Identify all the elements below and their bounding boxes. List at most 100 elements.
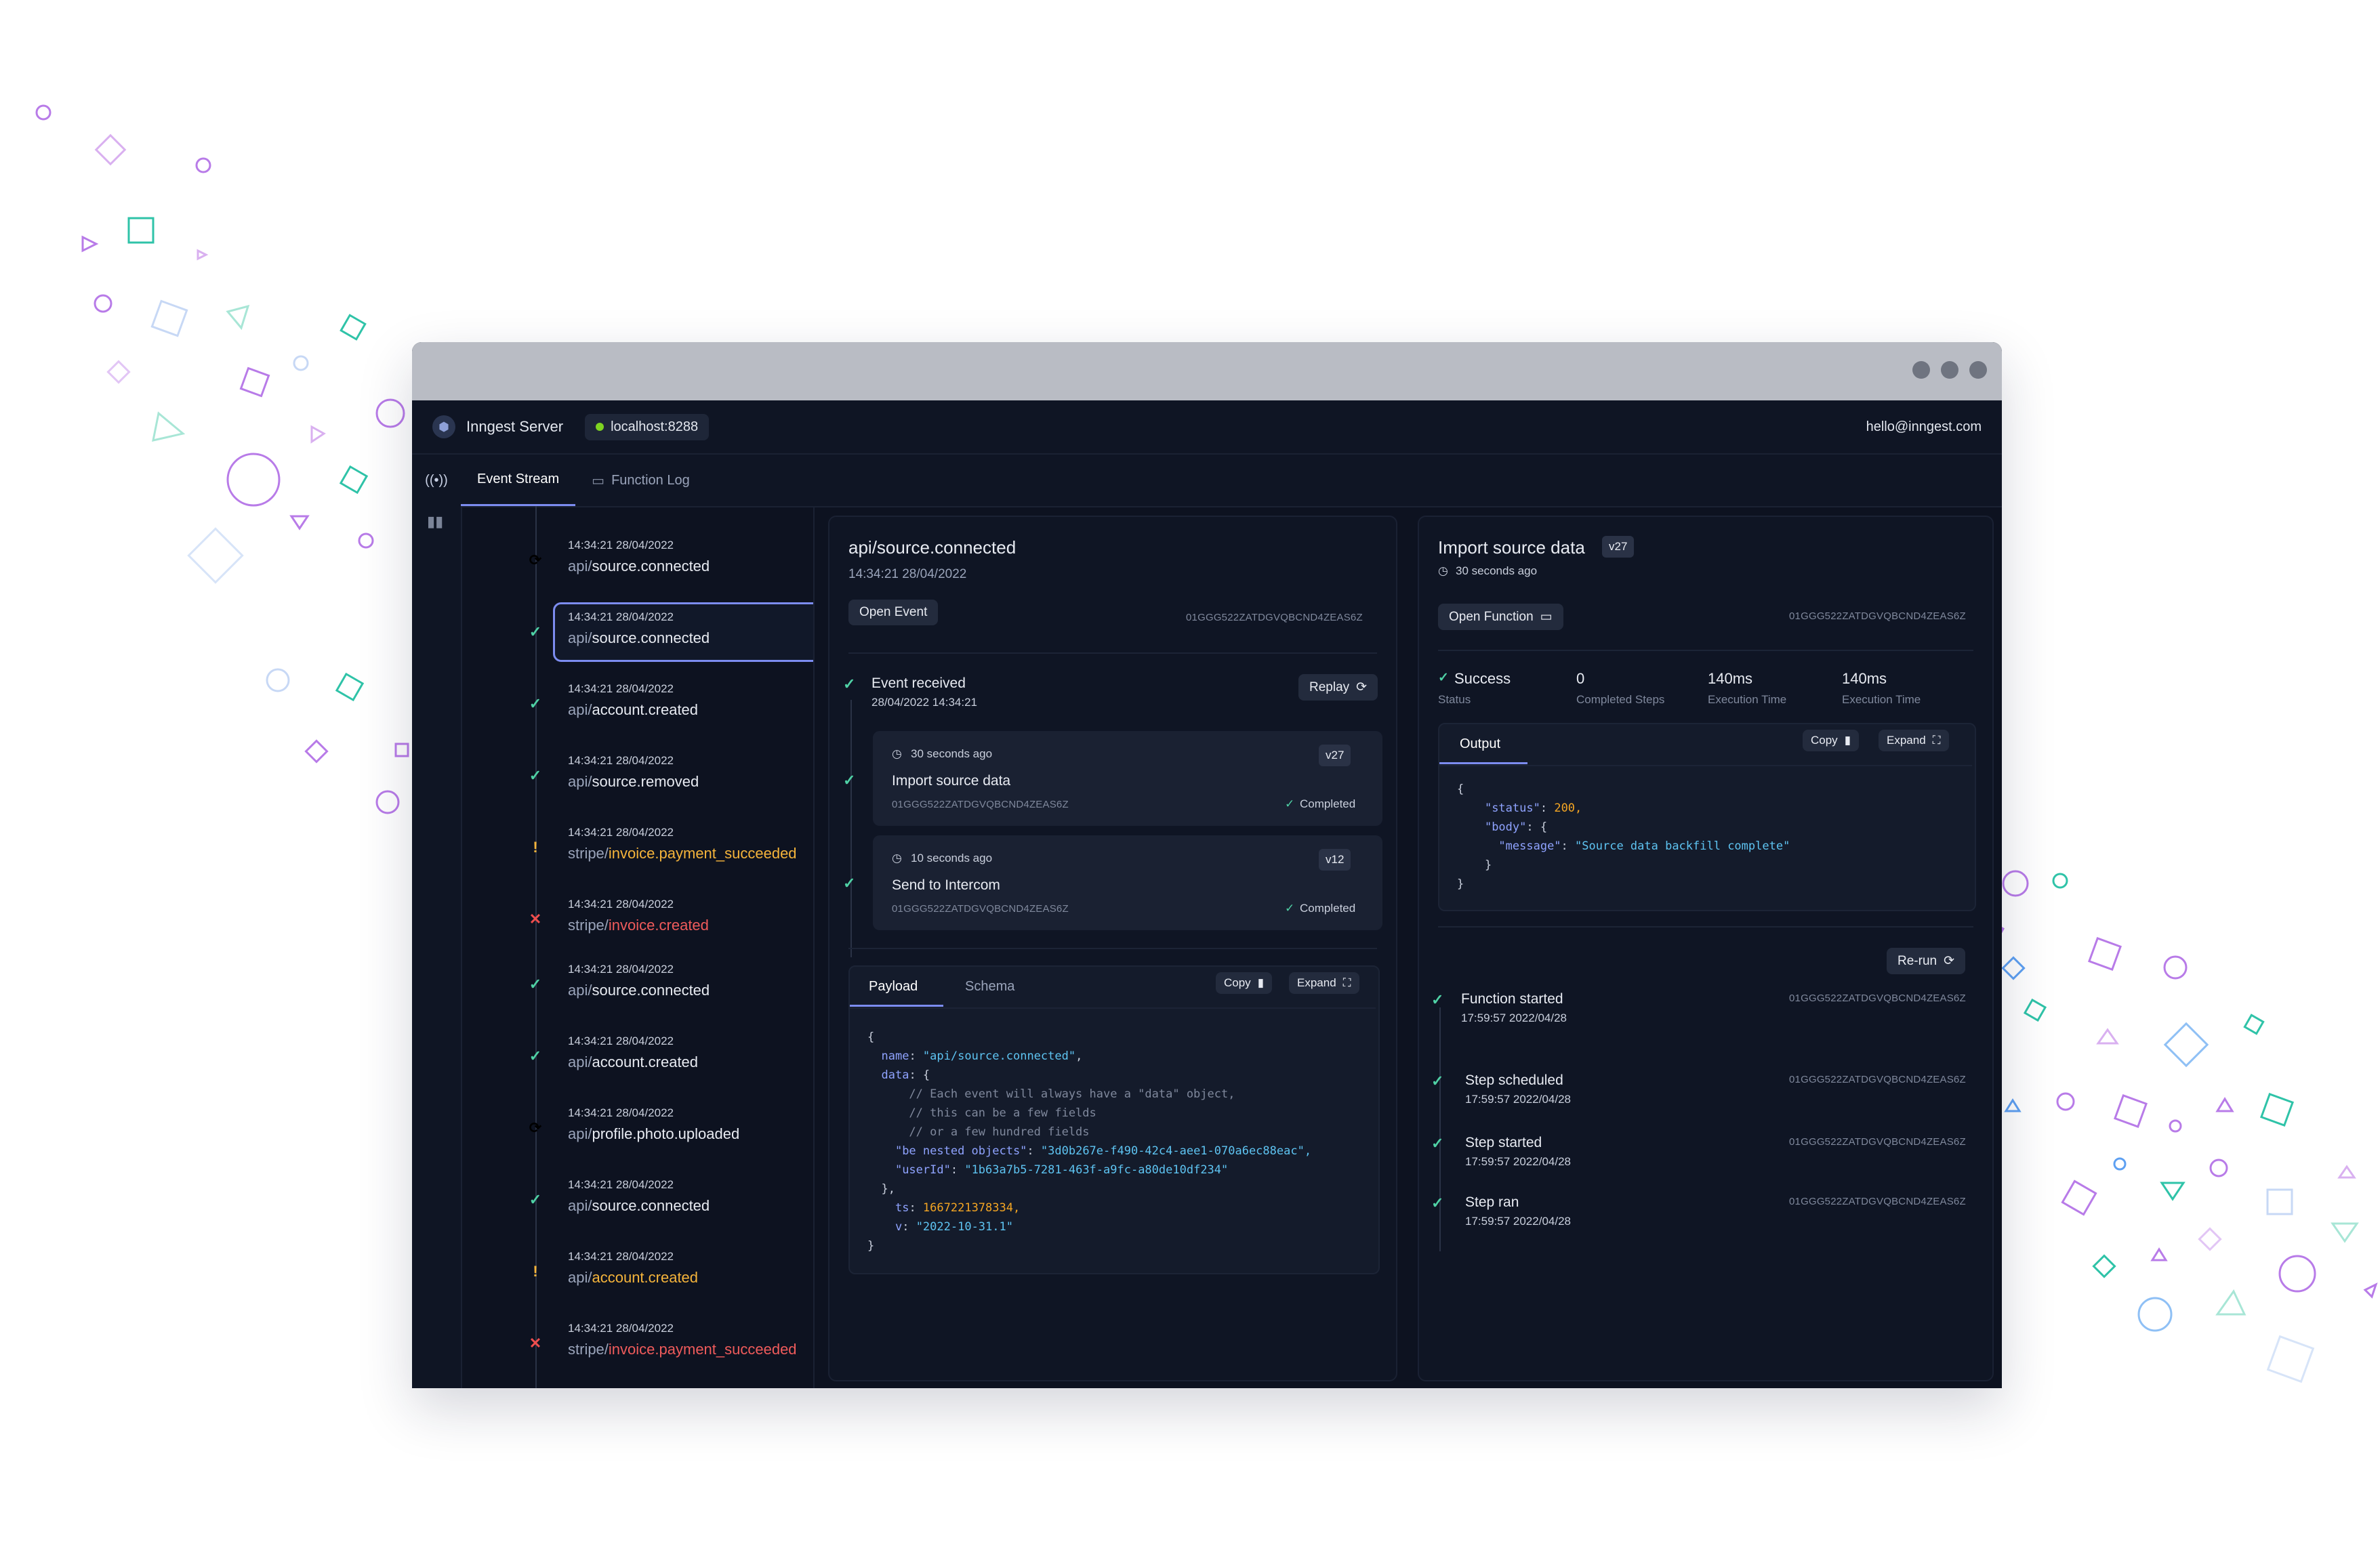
output-box: Output Copy ▮ Expand ⛶ { "status": 200, …	[1438, 723, 1976, 911]
button-label: Copy	[1811, 734, 1838, 747]
event-row[interactable]: ✓ 14:34:21 28/04/2022 api/source.connected…	[462, 949, 813, 1011]
window-control-dot[interactable]	[1912, 361, 1930, 379]
button-label: Expand	[1887, 734, 1926, 747]
event-name-text: source.removed	[592, 773, 699, 790]
event-time: 14:34:21 28/04/2022	[568, 898, 674, 911]
check-icon: ✓	[1431, 1135, 1444, 1152]
run-status: Completed	[1300, 797, 1356, 810]
window-control-dot[interactable]	[1969, 361, 1987, 379]
code-key: "message"	[1498, 839, 1561, 853]
run-name: Import source data	[892, 773, 1011, 789]
event-status-ok-icon: ✓	[529, 623, 542, 640]
tab-payload[interactable]: Payload	[869, 979, 918, 995]
event-prefix: api/	[568, 773, 592, 790]
tab-event-stream[interactable]: Event Stream	[461, 455, 576, 506]
code-value: "1b63a7b5-7281-463f-a9fc-a80de10df234"	[964, 1163, 1229, 1177]
divider	[1438, 650, 1973, 651]
step-time: 17:59:57 2022/04/28	[1461, 1011, 1567, 1024]
event-row[interactable]: ✓14:34:21 28/04/2022api/account.created0	[462, 669, 813, 731]
event-status-err-icon: ✕	[529, 1335, 542, 1352]
code-comment: // this can be a few fields	[909, 1106, 1096, 1120]
copy-button[interactable]: Copy ▮	[1216, 972, 1273, 994]
code-comment: // or a few hundred fields	[909, 1125, 1090, 1139]
event-prefix: api/	[568, 1053, 592, 1070]
event-name: api/account.created	[568, 1053, 698, 1071]
event-prefix: stripe/	[568, 845, 609, 862]
event-name-text: account.created	[592, 1053, 699, 1070]
event-status-warn-icon: !	[533, 1263, 538, 1280]
app-window: ⬢ Inngest Server localhost:8288 hello@in…	[412, 342, 2002, 1388]
event-name-text: invoice.created	[608, 917, 709, 934]
event-row[interactable]: ⟳ 14:34:21 28/04/2022 api/source.connected…	[462, 525, 813, 587]
tab-function-log[interactable]: ▭ Function Log	[575, 455, 706, 506]
steps-timeline	[1439, 1007, 1441, 1251]
event-row[interactable]: ✓14:34:21 28/04/2022api/source.removed2	[462, 740, 813, 803]
open-event-button[interactable]: Open Event	[848, 600, 939, 625]
expand-button[interactable]: Expand ⛶	[1879, 730, 1949, 751]
event-time: 14:34:21 28/04/2022	[568, 682, 674, 695]
event-row[interactable]: ✕ 14:34:21 28/04/2022 stripe/invoice.payme…	[462, 1308, 813, 1371]
function-run-card[interactable]: ◷ 10 seconds ago v12 Send to Intercom 01…	[873, 835, 1382, 930]
event-row[interactable]: ✓ 14:34:21 28/04/2022 api/source.connected…	[462, 1165, 813, 1227]
code-key: "be nested objects"	[895, 1144, 1027, 1158]
event-time: 14:34:21 28/04/2022	[568, 610, 674, 623]
payload-code: { name: "api/source.connected", data: { …	[867, 1030, 1312, 1253]
window-chrome	[412, 342, 2002, 400]
event-name-text: source.connected	[592, 629, 710, 646]
open-function-button[interactable]: Open Function ▭	[1438, 604, 1563, 630]
event-row[interactable]: !14:34:21 28/04/2022api/account.created3	[462, 1236, 813, 1299]
event-status-ok-icon: ✓	[529, 976, 542, 993]
tab-bar: ((•)) Event Stream ▭ Function Log	[412, 455, 2002, 507]
refresh-icon: ⟳	[1356, 680, 1368, 694]
event-stream-list: ⟳ 14:34:21 28/04/2022 api/source.connected…	[462, 506, 815, 1388]
step-id: 01GGG522ZATDGVQBCND4ZEAS6Z	[1789, 1136, 1966, 1148]
output-code: { "status": 200, "body": { "message": "S…	[1457, 782, 1790, 891]
code-value: "api/source.connected"	[922, 1049, 1076, 1063]
tab-label: Event Stream	[477, 472, 560, 486]
copy-button[interactable]: Copy ▮	[1803, 730, 1860, 751]
run-ago: 30 seconds ago	[911, 747, 993, 760]
window-control-dot[interactable]	[1941, 361, 1958, 379]
event-name: stripe/invoice.created	[568, 917, 709, 934]
tab-label: Function Log	[611, 472, 690, 488]
run-name: Send to Intercom	[892, 877, 1000, 893]
event-row[interactable]: ✓14:34:21 28/04/2022api/account.created0	[462, 1021, 813, 1083]
step-id: 01GGG522ZATDGVQBCND4ZEAS6Z	[1789, 993, 1966, 1004]
clipboard-icon: ▮	[1844, 734, 1851, 747]
event-prefix: stripe/	[568, 1341, 609, 1358]
event-time: 14:34:21 28/04/2022	[568, 1250, 674, 1263]
event-status-replay-icon: ⟳	[529, 551, 542, 568]
function-run-card[interactable]: ◷ 30 seconds ago v27 Import source data …	[873, 731, 1382, 826]
broadcast-icon[interactable]: ((•))	[412, 455, 461, 506]
event-status-err-icon: ✕	[529, 911, 542, 927]
event-prefix: api/	[568, 558, 592, 575]
tab-schema[interactable]: Schema	[965, 979, 1014, 995]
event-row[interactable]: ✕ 14:34:21 28/04/2022 stripe/invoice.creat…	[462, 884, 813, 946]
event-row[interactable]: ✓ 14:34:21 28/04/2022 api/source.connected…	[462, 597, 813, 662]
code-value: 1667221378334,	[922, 1201, 1021, 1215]
rerun-button[interactable]: Re-run ⟳	[1887, 948, 1965, 974]
book-icon[interactable]: ▮▮	[427, 513, 445, 530]
stat-value: 140ms	[1708, 670, 1753, 687]
host-label: localhost:8288	[611, 419, 699, 434]
event-time: 14:34:21 28/04/2022	[568, 539, 674, 551]
tab-underline	[850, 1005, 943, 1007]
user-email[interactable]: hello@inngest.com	[1866, 419, 1982, 435]
check-icon: ✓	[843, 772, 856, 789]
event-row[interactable]: ! 14:34:21 28/04/2022 stripe/invoice.payme…	[462, 812, 813, 875]
event-name-text: source.connected	[592, 982, 710, 999]
code-value: "Source data backfill complete"	[1575, 839, 1790, 853]
replay-button[interactable]: Replay ⟳	[1298, 674, 1378, 701]
button-label: Open Event	[859, 605, 928, 619]
expand-button[interactable]: Expand ⛶	[1289, 972, 1359, 994]
event-status-ok-icon: ✓	[529, 695, 542, 712]
step-name: Step ran	[1465, 1194, 1519, 1210]
button-label: Open Function	[1449, 609, 1534, 624]
function-id: 01GGG522ZATDGVQBCND4ZEAS6Z	[1789, 610, 1966, 622]
tab-output[interactable]: Output	[1460, 736, 1500, 752]
event-row[interactable]: ⟳ 14:34:21 28/04/2022 api/profile.photo.up…	[462, 1093, 813, 1155]
button-label: Replay	[1309, 680, 1350, 694]
stat-label: Completed Steps	[1576, 693, 1665, 706]
event-time: 14:34:21 28/04/2022	[568, 1106, 674, 1119]
event-title: api/source.connected	[848, 537, 1017, 558]
